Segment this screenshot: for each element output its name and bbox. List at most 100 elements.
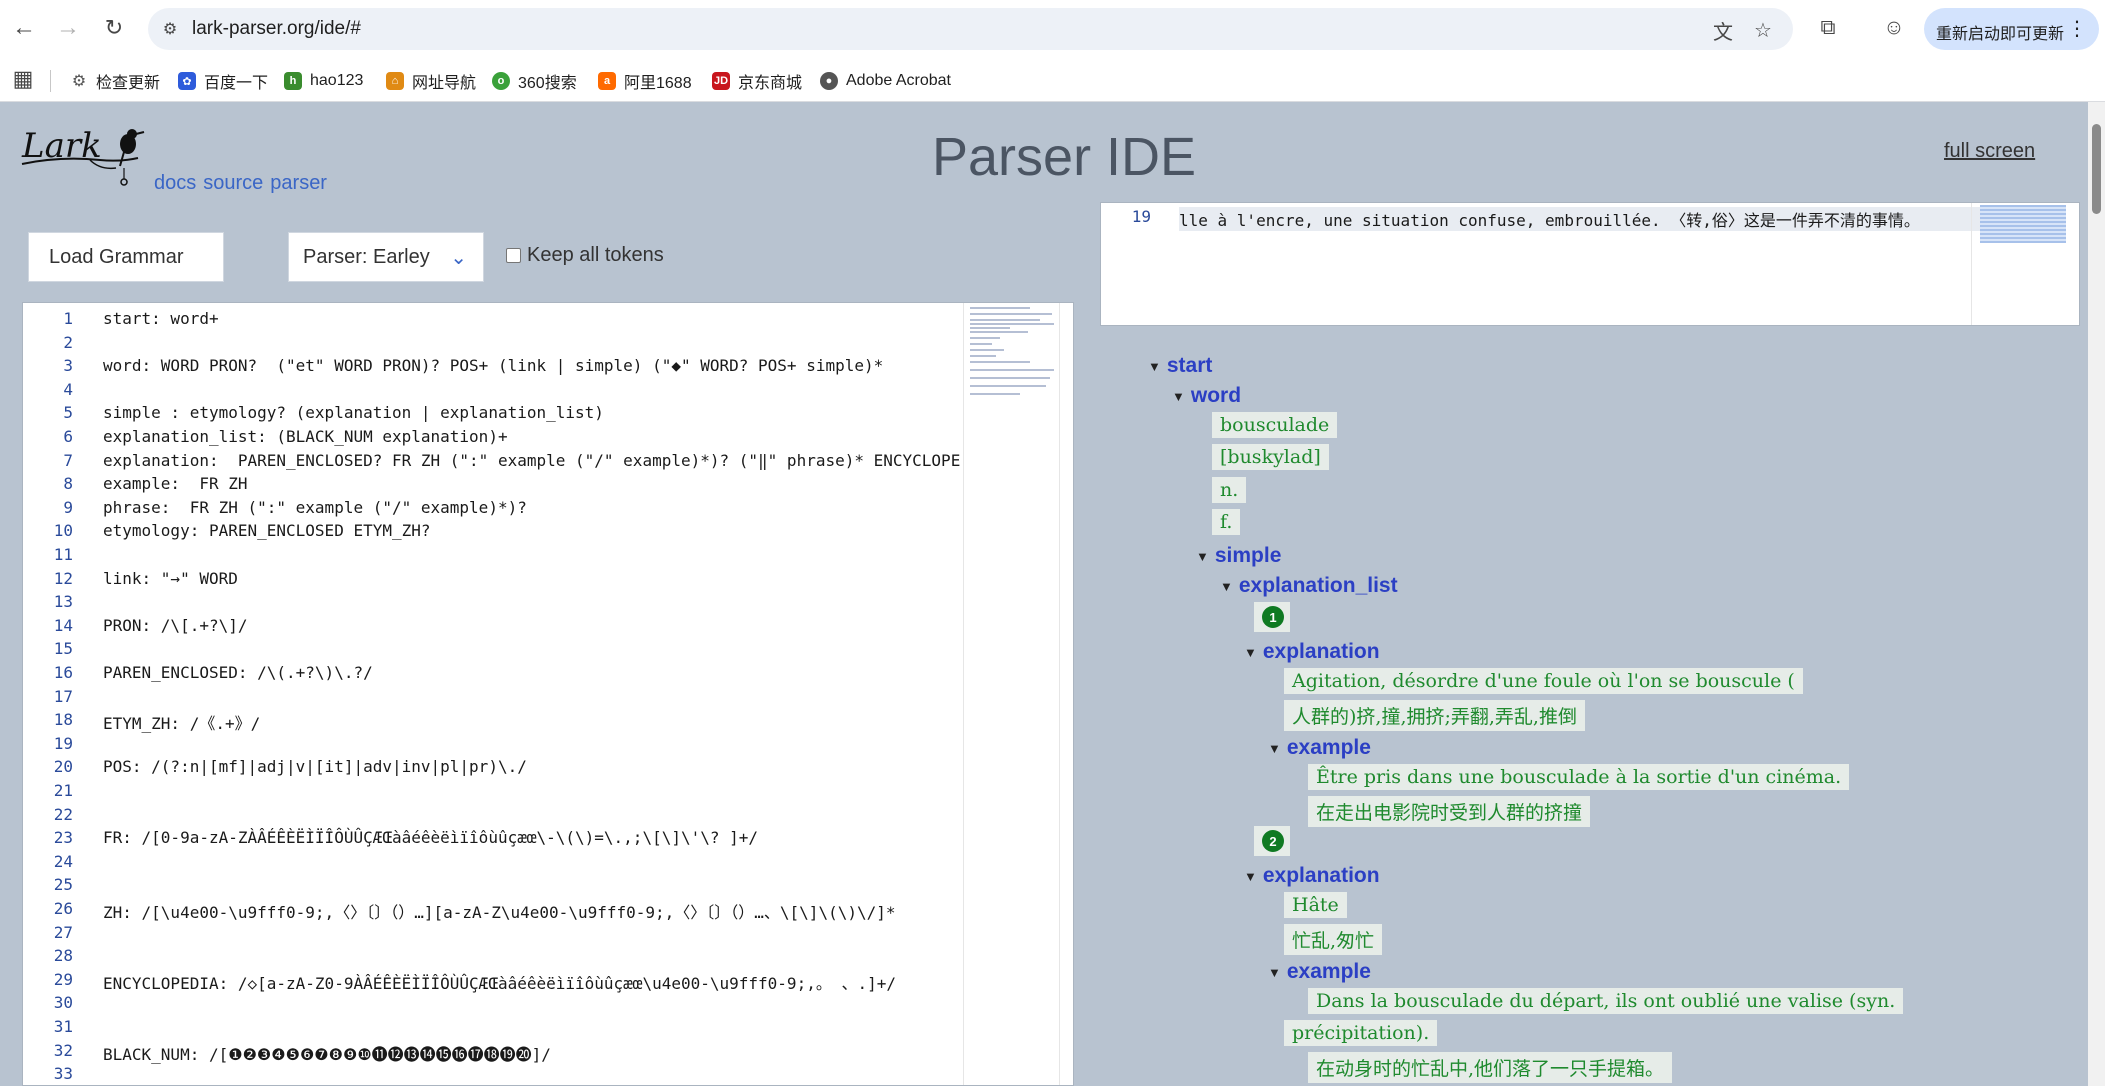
code-line[interactable]: 3 word: WORD PRON? ("et" WORD PRON)? POS+… [23, 356, 963, 380]
code-line[interactable]: 26 ZH: /[\u4e00-\u9fff0-9;,〈〉〔〕（）…][a-zA-… [23, 899, 963, 923]
scrollbar-thumb[interactable] [2092, 124, 2101, 214]
bookmark-item[interactable]: a 阿里1688 [598, 69, 692, 93]
code-text[interactable]: BLACK_NUM: /[❶❷❸❹❺❻❼❽❾❿⓫⓬⓭⓮⓯⓰⓱⓲⓳⓴]/ [103, 1041, 551, 1065]
tree-node-start[interactable]: ▼ start [1148, 354, 1212, 378]
bookmark-item[interactable]: JD 京东商城 [712, 69, 802, 93]
full-screen-link[interactable]: full screen [1944, 140, 2035, 163]
code-text[interactable]: example: FR ZH [103, 474, 248, 493]
code-line[interactable]: 18 ETYM_ZH: /《.+》/ [23, 710, 963, 734]
code-line[interactable]: 15 [23, 639, 963, 663]
code-line[interactable]: 28 [23, 946, 963, 970]
tree-node-word[interactable]: ▼ word [1172, 384, 1241, 408]
update-button[interactable]: 重新启动即可更新 ⋮ [1924, 8, 2099, 50]
input-text[interactable]: lle à l'encre, une situation confuse, em… [1179, 207, 2039, 231]
code-text[interactable]: ENCYCLOPEDIA: /◇[a-zA-Z0-9ÀÂÉÊÈËÌÏÎÔÙÛÇÆ… [103, 970, 896, 994]
collapse-triangle-icon[interactable]: ▼ [1268, 741, 1281, 756]
tree-node-explanation[interactable]: ▼ explanation [1244, 864, 1380, 888]
code-line[interactable]: 27 [23, 923, 963, 947]
tree-node-explanation-list[interactable]: ▼ explanation_list [1220, 574, 1398, 598]
bookmark-item[interactable]: ⌂ 网址导航 [386, 69, 476, 93]
code-text[interactable]: ZH: /[\u4e00-\u9fff0-9;,〈〉〔〕（）…][a-zA-Z\… [103, 899, 896, 923]
input-editor[interactable]: 19 lle à l'encre, une situation confuse,… [1100, 202, 2080, 326]
menu-dots-icon[interactable]: ⋮ [2067, 16, 2087, 41]
code-text[interactable]: ETYM_ZH: /《.+》/ [103, 710, 260, 734]
code-line[interactable]: 21 [23, 781, 963, 805]
code-line[interactable]: 11 [23, 545, 963, 569]
code-line[interactable]: 16 PAREN_ENCLOSED: /\(.+?\)\.?/ [23, 663, 963, 687]
collapse-triangle-icon[interactable]: ▼ [1244, 869, 1257, 884]
bookmark-item[interactable]: ● Adobe Acrobat [820, 69, 951, 93]
code-line[interactable]: 20 POS: /(?:n|[mf]|adj|v|[it]|adv|inv|pl|… [23, 757, 963, 781]
code-line[interactable]: 9 phrase: FR ZH (":" example ("/" example… [23, 498, 963, 522]
source-link[interactable]: source [203, 172, 263, 195]
bookmark-star-icon[interactable]: ☆ [1750, 17, 1776, 43]
code-line[interactable]: 29 ENCYCLOPEDIA: /◇[a-zA-Z0-9ÀÂÉÊÈËÌÏÎÔÙÛ… [23, 970, 963, 994]
code-text[interactable]: start: word+ [103, 309, 219, 328]
collapse-triangle-icon[interactable]: ▼ [1220, 579, 1233, 594]
editor-minimap[interactable] [963, 303, 1059, 1085]
code-line[interactable]: 33 [23, 1064, 963, 1085]
code-text[interactable]: link: "→" WORD [103, 569, 238, 588]
tree-node-example[interactable]: ▼ example [1268, 736, 1371, 760]
parser-link[interactable]: parser [270, 172, 327, 195]
code-line[interactable]: 25 [23, 875, 963, 899]
collapse-triangle-icon[interactable]: ▼ [1172, 389, 1185, 404]
collapse-triangle-icon[interactable]: ▼ [1148, 359, 1161, 374]
code-line[interactable]: 6 explanation_list: (BLACK_NUM explanatio… [23, 427, 963, 451]
code-line[interactable]: 22 [23, 805, 963, 829]
keep-all-tokens-option[interactable]: Keep all tokens [506, 244, 664, 267]
reload-icon[interactable]: ↻ [98, 12, 130, 44]
apps-grid-icon[interactable]: ▦ [10, 66, 36, 92]
code-line[interactable]: 17 [23, 687, 963, 711]
code-text[interactable]: POS: /(?:n|[mf]|adj|v|[it]|adv|inv|pl|pr… [103, 757, 527, 776]
load-grammar-button[interactable]: Load Grammar [28, 232, 224, 282]
keep-all-tokens-checkbox[interactable] [506, 248, 521, 263]
bookmark-item[interactable]: o 360搜索 [492, 69, 577, 93]
url-text[interactable]: lark-parser.org/ide/# [192, 18, 361, 40]
lark-logo[interactable]: Lark [20, 126, 150, 186]
profile-icon[interactable]: ☺ [1880, 14, 1908, 42]
code-text[interactable]: FR: /[0-9a-zA-ZÀÂÉÊÈËÌÏÎÔÙÛÇÆŒàâéêèëìïîô… [103, 828, 758, 847]
code-text[interactable]: PAREN_ENCLOSED: /\(.+?\)\.?/ [103, 663, 373, 682]
grammar-editor[interactable]: 1 start: word+ 2 3 word: WORD PRON? ("et" WO… [22, 302, 1074, 1086]
code-line[interactable]: 19 [23, 734, 963, 758]
bookmark-item[interactable]: ⚙ 检查更新 [70, 69, 160, 93]
extensions-icon[interactable]: ⧉ [1814, 14, 1842, 42]
editor-scrollbar[interactable] [1059, 303, 1073, 1085]
code-text[interactable]: explanation_list: (BLACK_NUM explanation… [103, 427, 508, 446]
code-text[interactable]: simple : etymology? (explanation | expla… [103, 403, 604, 422]
input-minimap[interactable] [1971, 203, 2071, 325]
code-line[interactable]: 1 start: word+ [23, 309, 963, 333]
forward-icon[interactable]: → [52, 12, 84, 44]
code-line[interactable]: 8 example: FR ZH [23, 474, 963, 498]
code-line[interactable]: 7 explanation: PAREN_ENCLOSED? FR ZH (":"… [23, 451, 963, 475]
collapse-triangle-icon[interactable]: ▼ [1268, 965, 1281, 980]
code-line[interactable]: 31 [23, 1017, 963, 1041]
code-line[interactable]: 23 FR: /[0-9a-zA-ZÀÂÉÊÈËÌÏÎÔÙÛÇÆŒàâéêèëìï… [23, 828, 963, 852]
code-line[interactable]: 4 [23, 380, 963, 404]
bookmark-item[interactable]: h hao123 [284, 69, 363, 93]
code-text[interactable]: word: WORD PRON? ("et" WORD PRON)? POS+ … [103, 356, 883, 375]
docs-link[interactable]: docs [154, 172, 196, 195]
page-scrollbar[interactable] [2088, 102, 2105, 1086]
code-text[interactable]: etymology: PAREN_ENCLOSED ETYM_ZH? [103, 521, 431, 540]
code-line[interactable]: 14 PRON: /\[.+?\]/ [23, 616, 963, 640]
code-line[interactable]: 10 etymology: PAREN_ENCLOSED ETYM_ZH? [23, 521, 963, 545]
code-line[interactable]: 2 [23, 333, 963, 357]
code-line[interactable]: 24 [23, 852, 963, 876]
address-bar[interactable]: ⚙ lark-parser.org/ide/# 文 ☆ [148, 8, 1793, 50]
collapse-triangle-icon[interactable]: ▼ [1196, 549, 1209, 564]
code-text[interactable]: explanation: PAREN_ENCLOSED? FR ZH (":" … [103, 451, 960, 470]
code-text[interactable]: PRON: /\[.+?\]/ [103, 616, 248, 635]
collapse-triangle-icon[interactable]: ▼ [1244, 645, 1257, 660]
tree-node-explanation[interactable]: ▼ explanation [1244, 640, 1380, 664]
tree-node-simple[interactable]: ▼ simple [1196, 544, 1281, 568]
site-settings-icon[interactable]: ⚙ [158, 17, 182, 41]
parser-select[interactable]: Parser: Earley ⌄ [288, 232, 484, 282]
translate-icon[interactable]: 文 [1710, 17, 1736, 44]
code-line[interactable]: 13 [23, 592, 963, 616]
code-line[interactable]: 32 BLACK_NUM: /[❶❷❸❹❺❻❼❽❾❿⓫⓬⓭⓮⓯⓰⓱⓲⓳⓴]/ [23, 1041, 963, 1065]
code-text[interactable]: phrase: FR ZH (":" example ("/" example)… [103, 498, 527, 517]
code-line[interactable]: 5 simple : etymology? (explanation | expl… [23, 403, 963, 427]
bookmark-item[interactable]: ✿ 百度一下 [178, 69, 268, 93]
